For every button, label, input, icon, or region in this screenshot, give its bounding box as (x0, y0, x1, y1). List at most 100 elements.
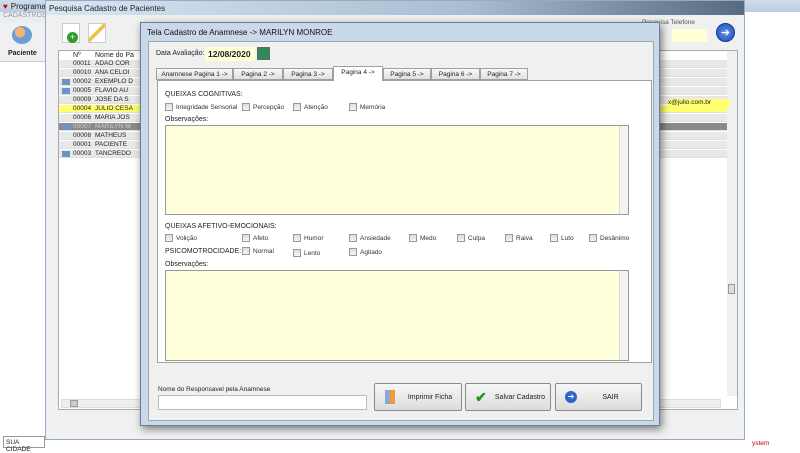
checkbox-box[interactable] (505, 234, 513, 242)
col-num-header[interactable]: Nº (73, 52, 81, 59)
checkbox-afet-5[interactable]: Culpa (457, 234, 485, 242)
checkbox-cog-1[interactable]: Percepção (242, 103, 284, 111)
checkbox-box[interactable] (242, 234, 250, 242)
tab-pagina-1[interactable]: Anamnese Pagina 1 -> (156, 68, 233, 80)
checkbox-psico-0[interactable]: Normal (242, 247, 274, 255)
row-num: 00004 (73, 105, 92, 112)
row-num: 00002 (73, 78, 92, 85)
obs1-textarea[interactable] (165, 125, 629, 215)
tab-pagina-4[interactable]: Pagina 4 -> (333, 66, 383, 81)
col-name-header[interactable]: Nome do Pa (95, 52, 134, 59)
obs2-label: Observações: (165, 261, 209, 268)
checkbox-psico-1[interactable]: Lento (293, 249, 320, 257)
checkbox-box[interactable] (165, 103, 173, 111)
checkbox-box[interactable] (349, 234, 357, 242)
search-go-button[interactable]: ➔ (716, 23, 735, 42)
obs1-label: Observações: (165, 116, 209, 123)
save-button[interactable]: ✔ Salvar Cadastro (465, 383, 551, 411)
checkbox-box[interactable] (165, 234, 173, 242)
row-icon (62, 151, 70, 157)
row-name: EXEMPLO D (95, 78, 133, 85)
row-name: MARILYN M (95, 123, 131, 130)
checkbox-cog-0[interactable]: Integridade Sensorial (165, 103, 237, 111)
resp-label: Nome do Responsavel pela Anamnese (158, 386, 271, 393)
checkbox-afet-7[interactable]: Luto (550, 234, 574, 242)
row-num: 00006 (73, 114, 92, 121)
edit-icon[interactable] (88, 23, 106, 43)
tab-pagina-3[interactable]: Pagina 3 -> (283, 68, 333, 80)
toolbar-paciente-button[interactable]: Paciente (0, 22, 45, 62)
row-num: 00001 (73, 141, 92, 148)
tab-pagina-7[interactable]: Pagina 7 -> (480, 68, 528, 80)
row-name: ANA CELOI (95, 69, 130, 76)
date-input[interactable]: 12/08/2020 (205, 47, 255, 61)
row-num: 00010 (73, 69, 92, 76)
checkbox-box[interactable] (242, 103, 250, 111)
obs2-scrollbar[interactable] (619, 271, 628, 360)
checkbox-psico-2[interactable]: Agitado (349, 248, 382, 256)
row-name: JOSE DA S (95, 96, 129, 103)
app-title: Programa (10, 2, 46, 11)
pesquisa-title: Pesquisa Cadastro de Pacientes (46, 1, 744, 15)
tab-pagina-5[interactable]: Pagina 5 -> (383, 68, 431, 80)
resp-input[interactable] (158, 395, 367, 410)
patients-icon (12, 26, 32, 44)
checkbox-cog-3[interactable]: Memória (349, 103, 385, 111)
row-num: 00003 (73, 150, 92, 157)
row-num: 00009 (73, 96, 92, 103)
checkbox-afet-1[interactable]: Afeto (242, 234, 268, 242)
row-num: 00008 (73, 132, 92, 139)
checkbox-afet-6[interactable]: Raiva (505, 234, 533, 242)
add-icon[interactable]: + (62, 23, 80, 43)
row-name: TANCREDO (95, 150, 131, 157)
psico-title: PSICOMOTROCIDADE: (165, 248, 242, 255)
checkbox-box[interactable] (457, 234, 465, 242)
row-name: MATHEUS (95, 132, 127, 139)
status-city: SUA CIDADE (3, 436, 45, 453)
checkbox-afet-8[interactable]: Desânimo (589, 234, 629, 242)
checkbox-afet-4[interactable]: Medo (409, 234, 436, 242)
checkmark-icon: ✔ (475, 388, 487, 405)
checkbox-box[interactable] (589, 234, 597, 242)
checkbox-box[interactable] (293, 103, 301, 111)
exit-button[interactable]: ➔ SAIR (555, 383, 642, 411)
toolbar-paciente-label: Paciente (8, 50, 37, 57)
dialog-title: Tela Cadastro de Anamnese -> MARILYN MON… (147, 28, 333, 37)
checkbox-box[interactable] (349, 248, 357, 256)
checkbox-box[interactable] (550, 234, 558, 242)
date-label: Data Avaliação: (156, 50, 205, 57)
row-num: 00005 (73, 87, 92, 94)
checkbox-afet-2[interactable]: Humor (293, 234, 324, 242)
checkbox-box[interactable] (242, 247, 250, 255)
row-name: FLAVIO AU (95, 87, 129, 94)
checkbox-cog-2[interactable]: Atenção (293, 103, 328, 111)
menu-cadastros[interactable]: CADASTROS (0, 12, 47, 22)
tab-pagina-2[interactable]: Pagina 2 -> (233, 68, 283, 80)
search-phone-input[interactable] (672, 29, 707, 42)
print-icon (381, 388, 399, 406)
row-name: PACIENTE (95, 141, 128, 148)
cog-title: QUEIXAS COGNITIVAS: (165, 91, 243, 98)
tab-pagina-6[interactable]: Pagina 6 -> (431, 68, 480, 80)
checkbox-box[interactable] (293, 249, 301, 257)
email-cell: x@julio.com.br (668, 99, 730, 107)
exit-arrow-icon: ➔ (562, 388, 580, 406)
obs1-scrollbar[interactable] (619, 126, 628, 214)
afet-title: QUEIXAS AFETIVO-EMOCIONAIS: (165, 223, 277, 230)
obs2-textarea[interactable] (165, 270, 629, 361)
status-system: ystem (752, 440, 770, 447)
row-icon (62, 79, 70, 85)
checkbox-afet-0[interactable]: Volição (165, 234, 197, 242)
calendar-icon[interactable] (257, 47, 270, 60)
row-icon (62, 124, 70, 130)
row-name: ADAO COR (95, 60, 130, 67)
checkbox-box[interactable] (293, 234, 301, 242)
row-name: JULIO CESA (95, 105, 133, 112)
row-num: 00007 (73, 123, 92, 130)
checkbox-box[interactable] (349, 103, 357, 111)
checkbox-box[interactable] (409, 234, 417, 242)
checkbox-afet-3[interactable]: Ansiedade (349, 234, 391, 242)
print-button[interactable]: Imprimir Ficha (374, 383, 462, 411)
row-name: MARIA JOS (95, 114, 130, 121)
row-num: 00011 (73, 60, 91, 67)
